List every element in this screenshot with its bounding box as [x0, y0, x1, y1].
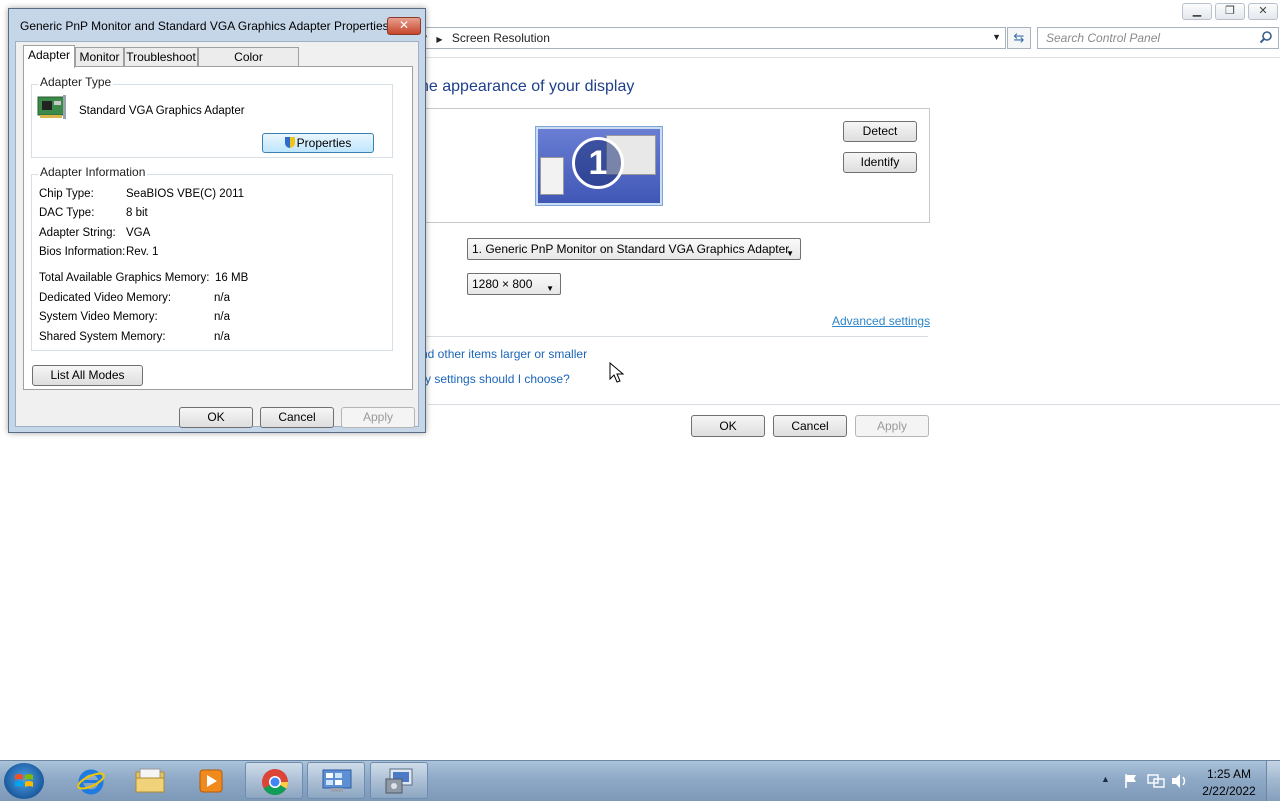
taskbar-chrome[interactable]: [245, 762, 303, 799]
dialog-title: Generic PnP Monitor and Standard VGA Gra…: [20, 19, 389, 33]
detect-button[interactable]: Detect: [843, 121, 917, 142]
bios-info-value: Rev. 1: [126, 246, 159, 258]
cp-cancel-button[interactable]: Cancel: [773, 415, 847, 437]
refresh-button[interactable]: ⇆: [1007, 27, 1031, 49]
chevron-down-icon: ▼: [786, 249, 794, 258]
adapter-tab-page: Adapter Type Standard VGA Graphics Adapt…: [23, 66, 413, 390]
tab-adapter[interactable]: Adapter: [23, 45, 75, 68]
monitor-number-badge: 1: [572, 137, 624, 189]
adapter-string-label: Adapter String:: [39, 227, 116, 239]
refresh-icon: ⇆: [1013, 30, 1025, 45]
window-thumbnail: [540, 157, 564, 195]
cp-ok-button[interactable]: OK: [691, 415, 765, 437]
windows-explorer-icon: [135, 768, 165, 793]
shared-memory-value: n/a: [214, 331, 230, 343]
resolution-select[interactable]: 1280 × 800 ▼: [467, 273, 561, 295]
internet-explorer-icon: [77, 769, 105, 795]
bios-info-label: Bios Information:: [39, 246, 126, 258]
volume-icon[interactable]: [1171, 773, 1189, 789]
taskbar-control-panel[interactable]: [307, 762, 365, 799]
divider: [408, 336, 928, 337]
monitor-preview-icon[interactable]: 1: [535, 126, 663, 206]
uac-shield-icon: [284, 137, 295, 148]
display-select-value: 1. Generic PnP Monitor on Standard VGA G…: [472, 242, 790, 256]
cp-apply-button[interactable]: Apply: [855, 415, 929, 437]
chip-type-value: SeaBIOS VBE(C) 2011: [126, 188, 245, 200]
divider: [428, 404, 1280, 405]
which-settings-link[interactable]: y settings should I choose?: [425, 372, 570, 386]
identify-button[interactable]: Identify: [843, 152, 917, 173]
display-properties-icon: [385, 768, 413, 794]
breadcrumb: y ▶ Screen Resolution: [421, 31, 550, 45]
breadcrumb-screen-resolution[interactable]: Screen Resolution: [452, 31, 550, 45]
chrome-icon: [262, 769, 289, 796]
minimize-button[interactable]: ▁: [1182, 3, 1212, 20]
mouse-cursor-icon: [609, 362, 625, 383]
dialog-body: Adapter Monitor Troubleshoot Color Manag…: [15, 41, 419, 428]
close-window-button[interactable]: ✕: [1248, 3, 1278, 20]
breadcrumb-separator-icon: ▶: [436, 35, 443, 44]
dialog-close-button[interactable]: ✕: [387, 17, 421, 35]
graphics-card-icon: [37, 95, 66, 119]
dedicated-memory-value: n/a: [214, 292, 230, 304]
dac-type-label: DAC Type:: [39, 207, 95, 219]
adapter-string-value: VGA: [126, 227, 151, 239]
address-bar[interactable]: y ▶ Screen Resolution ▼: [408, 27, 1006, 49]
resolution-select-value: 1280 × 800: [472, 277, 533, 291]
show-desktop-button[interactable]: [1266, 761, 1280, 801]
start-button[interactable]: [4, 763, 44, 799]
toolbar-divider: [408, 57, 1280, 58]
show-hidden-icons[interactable]: ▲: [1101, 774, 1110, 784]
clock-date[interactable]: 2/22/2022: [1200, 784, 1258, 798]
search-placeholder: Search Control Panel: [1046, 31, 1161, 45]
taskbar-display-properties[interactable]: [370, 762, 428, 799]
dialog-ok-button[interactable]: OK: [179, 407, 253, 428]
search-input[interactable]: Search Control Panel: [1037, 27, 1279, 49]
search-icon[interactable]: [1259, 30, 1273, 44]
shared-memory-label: Shared System Memory:: [39, 331, 166, 343]
taskbar-internet-explorer[interactable]: [62, 762, 120, 799]
dialog-apply-button[interactable]: Apply: [341, 407, 415, 428]
system-memory-label: System Video Memory:: [39, 311, 158, 323]
dac-type-value: 8 bit: [126, 207, 148, 219]
adapter-type-label: Adapter Type: [38, 75, 114, 89]
close-icon: ✕: [398, 18, 410, 32]
adapter-properties-dialog: Generic PnP Monitor and Standard VGA Gra…: [8, 8, 426, 433]
action-center-flag-icon[interactable]: [1123, 773, 1139, 789]
dialog-cancel-button[interactable]: Cancel: [260, 407, 334, 428]
media-player-icon: [199, 769, 223, 793]
tab-troubleshoot[interactable]: Troubleshoot: [124, 47, 198, 66]
taskbar-windows-explorer[interactable]: [121, 762, 179, 799]
adapter-info-label: Adapter Information: [38, 165, 148, 179]
chip-type-label: Chip Type:: [39, 188, 94, 200]
adapter-properties-button[interactable]: Properties: [262, 133, 374, 153]
chevron-down-icon: ▼: [546, 284, 554, 293]
display-select[interactable]: 1. Generic PnP Monitor on Standard VGA G…: [467, 238, 801, 260]
taskbar: ▲ 1:25 AM 2/22/2022: [0, 760, 1280, 801]
advanced-settings-link[interactable]: Advanced settings: [832, 314, 930, 328]
taskbar-media-player[interactable]: [182, 762, 240, 799]
network-icon[interactable]: [1147, 773, 1165, 789]
restore-button[interactable]: ❐: [1215, 3, 1245, 20]
control-panel-icon: [322, 769, 352, 792]
adapter-name: Standard VGA Graphics Adapter: [79, 105, 245, 117]
total-memory-label: Total Available Graphics Memory:: [39, 272, 210, 284]
make-text-larger-link[interactable]: nd other items larger or smaller: [421, 347, 587, 361]
tab-monitor[interactable]: Monitor: [75, 47, 124, 66]
system-memory-value: n/a: [214, 311, 230, 323]
total-memory-value: 16 MB: [215, 272, 249, 284]
tab-color-management[interactable]: Color Management: [198, 47, 299, 83]
properties-button-label: Properties: [296, 136, 352, 150]
adapter-info-group: [31, 174, 393, 351]
page-title: ne appearance of your display: [420, 78, 635, 95]
clock-time[interactable]: 1:25 AM: [1200, 767, 1258, 781]
list-all-modes-button[interactable]: List All Modes: [32, 365, 143, 386]
dedicated-memory-label: Dedicated Video Memory:: [39, 292, 172, 304]
windows-logo-icon: [15, 774, 33, 787]
address-dropdown-icon[interactable]: ▼: [992, 32, 1001, 42]
